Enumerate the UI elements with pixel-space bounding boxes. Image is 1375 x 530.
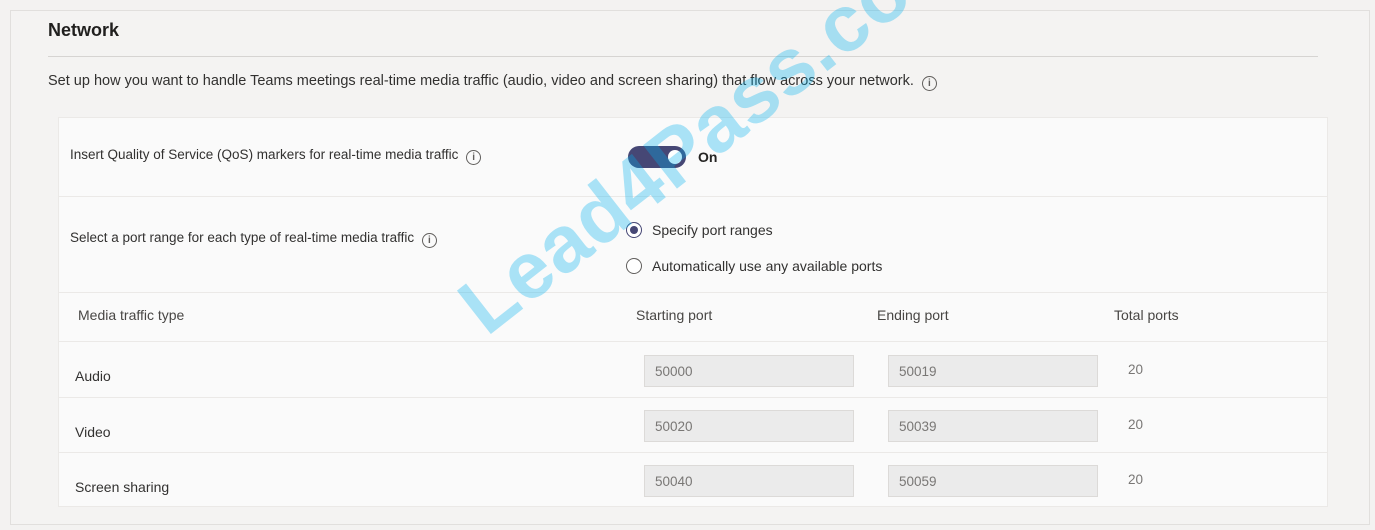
description-text: Set up how you want to handle Teams meet…: [48, 73, 914, 89]
section-description: Set up how you want to handle Teams meet…: [48, 73, 937, 91]
section-title: Network: [48, 20, 120, 40]
radio-unchecked-icon: [626, 258, 642, 274]
col-header-type: Media traffic type: [78, 307, 185, 323]
row-divider: [58, 292, 1328, 293]
screen-sharing-total-ports: 20: [1128, 472, 1144, 487]
radio-option-label: Automatically use any available ports: [652, 258, 883, 274]
video-end-port-input[interactable]: [888, 410, 1098, 442]
col-header-total: Total ports: [1114, 307, 1179, 323]
row-divider: [58, 452, 1328, 453]
audio-start-port-input[interactable]: [644, 355, 854, 387]
port-range-setting: Select a port range for each type of rea…: [70, 228, 550, 248]
radio-specify-port-ranges[interactable]: Specify port ranges: [626, 222, 773, 238]
port-range-info-icon[interactable]: i: [421, 233, 437, 248]
row-divider: [58, 397, 1328, 398]
audio-total-ports: 20: [1128, 362, 1144, 377]
col-header-end: Ending port: [877, 307, 949, 323]
qos-setting: Insert Quality of Service (QoS) markers …: [70, 145, 550, 165]
row-divider: [58, 196, 1328, 197]
radio-option-label: Specify port ranges: [652, 222, 773, 238]
radio-automatic-ports[interactable]: Automatically use any available ports: [626, 258, 882, 274]
port-range-label: Select a port range for each type of rea…: [70, 230, 415, 245]
radio-checked-icon: [626, 222, 642, 238]
audio-end-port-input[interactable]: [888, 355, 1098, 387]
row-divider: [58, 341, 1328, 342]
qos-info-icon[interactable]: i: [466, 150, 482, 165]
qos-label: Insert Quality of Service (QoS) markers …: [70, 147, 459, 162]
screen-sharing-end-port-input[interactable]: [888, 465, 1098, 497]
video-start-port-input[interactable]: [644, 410, 854, 442]
qos-toggle-state: On: [698, 149, 718, 165]
toggle-knob: [668, 150, 682, 164]
table-row-label-audio: Audio: [75, 368, 111, 384]
col-header-start: Starting port: [636, 307, 713, 323]
info-icon[interactable]: i: [921, 76, 937, 91]
title-divider: [48, 56, 1318, 57]
video-total-ports: 20: [1128, 417, 1144, 432]
table-row-label-screen-sharing: Screen sharing: [75, 479, 170, 495]
table-row-label-video: Video: [75, 424, 111, 440]
screen-sharing-start-port-input[interactable]: [644, 465, 854, 497]
qos-toggle[interactable]: [628, 146, 686, 168]
